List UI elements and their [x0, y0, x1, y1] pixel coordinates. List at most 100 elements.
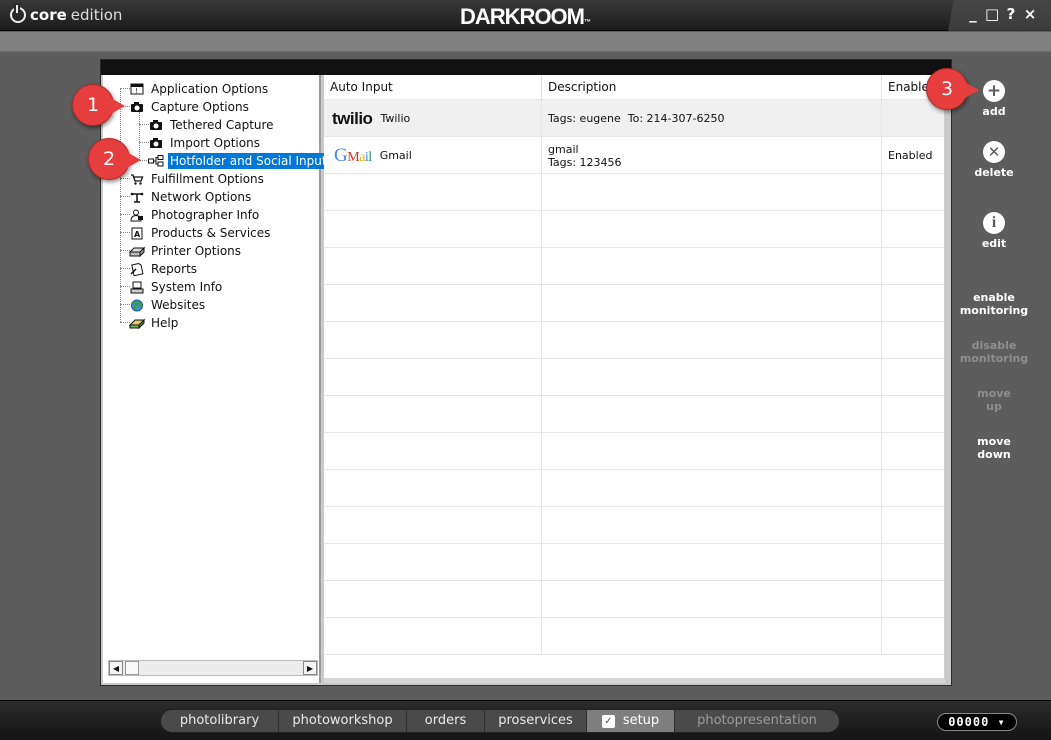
empty-cell	[542, 285, 882, 322]
tree-item-help[interactable]: Help	[129, 314, 180, 332]
tree-item-label: Import Options	[170, 136, 260, 150]
minimize-button[interactable]: _	[966, 5, 980, 23]
tree-item-system-info[interactable]: System Info	[129, 278, 224, 296]
order-counter[interactable]: 00000 ▾	[937, 713, 1017, 731]
table-row[interactable]: GMail Gmail gmail Tags: 123456 Enabled	[324, 137, 944, 174]
tree-item-label: Websites	[151, 298, 206, 312]
tree-item-application-options[interactable]: ! Application Options	[129, 80, 270, 98]
tree-horizontal-scrollbar[interactable]: ◀ ▶	[108, 660, 318, 676]
bottom-nav-bar: photolibrary photoworkshop orders proser…	[0, 700, 1051, 740]
tree-item-label: Hotfolder and Social Input	[168, 153, 329, 169]
app-logo: DARKROOM™	[0, 4, 1051, 30]
add-label: add	[982, 105, 1006, 118]
tree-item-label: Capture Options	[151, 100, 249, 114]
empty-cell	[882, 544, 944, 581]
app-options-icon: !	[129, 82, 145, 96]
empty-cell	[882, 211, 944, 248]
tree-item-label: Reports	[151, 262, 198, 276]
table-header: Auto Input Description Enable	[324, 75, 944, 100]
tab-orders[interactable]: orders	[407, 710, 485, 732]
tree-item-label: Fulfillment Options	[151, 172, 264, 186]
empty-cell	[324, 433, 542, 470]
tree-item-products-services[interactable]: A Products & Services	[129, 224, 272, 242]
tree-item-websites[interactable]: Websites	[129, 296, 207, 314]
empty-table-row	[324, 470, 944, 507]
scroll-left-arrow-icon[interactable]: ◀	[109, 661, 123, 675]
svg-text:!: !	[135, 87, 138, 95]
tree-item-tethered-capture[interactable]: Tethered Capture	[148, 116, 276, 134]
maximize-button[interactable]: □	[985, 5, 999, 23]
move-down-label: move	[977, 435, 1011, 448]
empty-table-row	[324, 248, 944, 285]
edit-button[interactable]: i edit	[955, 212, 1033, 250]
tree-item-printer-options[interactable]: Printer Options	[129, 242, 243, 260]
empty-table-row	[324, 581, 944, 618]
tree-item-photographer-info[interactable]: Photographer Info	[129, 206, 261, 224]
cell-description: Tags: eugene To: 214-307-6250	[542, 100, 882, 137]
tree-item-hotfolder-social-input[interactable]: Hotfolder and Social Input	[148, 152, 329, 170]
tab-photoworkshop[interactable]: photoworkshop	[279, 710, 407, 732]
tab-setup-label: setup	[622, 713, 660, 728]
empty-table-row	[324, 544, 944, 581]
products-icon: A	[129, 226, 145, 240]
column-header-description[interactable]: Description	[542, 75, 882, 100]
tree-item-reports[interactable]: Reports	[129, 260, 199, 278]
tree-item-capture-options[interactable]: Capture Options	[129, 98, 251, 116]
app-logo-text: DARKROOM	[460, 4, 585, 29]
empty-cell	[882, 174, 944, 211]
tab-photopresentation[interactable]: photopresentation	[675, 710, 839, 732]
tree-item-label: System Info	[151, 280, 223, 294]
enable-monitoring-label: enable	[973, 291, 1015, 304]
panel-header-strip	[101, 60, 951, 75]
disable-monitoring-button[interactable]: disable monitoring	[955, 339, 1033, 365]
auto-input-table: Auto Input Description Enable twilio Twi…	[324, 75, 945, 678]
empty-cell	[324, 359, 542, 396]
twilio-logo-icon: twilio	[332, 108, 373, 128]
empty-cell	[324, 248, 542, 285]
help-button[interactable]: ?	[1004, 5, 1018, 23]
empty-table-row	[324, 359, 944, 396]
tree-item-fulfillment-options[interactable]: Fulfillment Options	[129, 170, 266, 188]
module-tabs: photolibrary photoworkshop orders proser…	[160, 709, 840, 733]
close-button[interactable]: ×	[1023, 5, 1037, 23]
tab-proservices[interactable]: proservices	[485, 710, 587, 732]
empty-table-row	[324, 174, 944, 211]
computer-icon	[129, 280, 145, 294]
enable-monitoring-button[interactable]: enable monitoring	[955, 291, 1033, 317]
scroll-right-arrow-icon[interactable]: ▶	[303, 661, 317, 675]
camera-icon	[129, 100, 145, 114]
book-icon	[129, 316, 145, 330]
move-up-button[interactable]: move up	[955, 387, 1033, 413]
empty-table-row	[324, 285, 944, 322]
cell-enabled: Enabled	[888, 149, 933, 162]
empty-cell	[882, 285, 944, 322]
empty-cell	[542, 544, 882, 581]
delete-button[interactable]: ✕ delete	[955, 141, 1033, 179]
move-down-label: down	[977, 448, 1011, 461]
tree-item-import-options[interactable]: Import Options	[148, 134, 262, 152]
empty-cell	[542, 322, 882, 359]
scroll-thumb[interactable]	[125, 661, 139, 675]
title-bar: core edition DARKROOM™ _ □ ? ×	[0, 0, 1051, 31]
empty-cell	[882, 396, 944, 433]
plus-icon: +	[983, 80, 1005, 102]
tree-item-network-options[interactable]: Network Options	[129, 188, 253, 206]
table-row[interactable]: twilio Twilio Tags: eugene To: 214-307-6…	[324, 100, 944, 137]
empty-cell	[324, 581, 542, 618]
empty-cell	[542, 359, 882, 396]
window-controls: _ □ ? ×	[966, 5, 1037, 23]
empty-table-row	[324, 322, 944, 359]
tab-photolibrary[interactable]: photolibrary	[161, 710, 279, 732]
move-down-button[interactable]: move down	[955, 435, 1033, 461]
empty-cell	[324, 396, 542, 433]
edit-label: edit	[981, 237, 1007, 250]
column-header-auto-input[interactable]: Auto Input	[324, 75, 542, 100]
tab-setup[interactable]: ✓ setup	[587, 710, 675, 732]
empty-cell	[882, 433, 944, 470]
tree-item-label: Photographer Info	[151, 208, 260, 222]
reports-icon	[129, 262, 145, 276]
move-up-label: move	[977, 387, 1011, 400]
photographer-icon	[129, 208, 145, 222]
cell-description: gmail Tags: 123456	[542, 137, 882, 174]
delete-x-icon: ✕	[983, 141, 1005, 163]
